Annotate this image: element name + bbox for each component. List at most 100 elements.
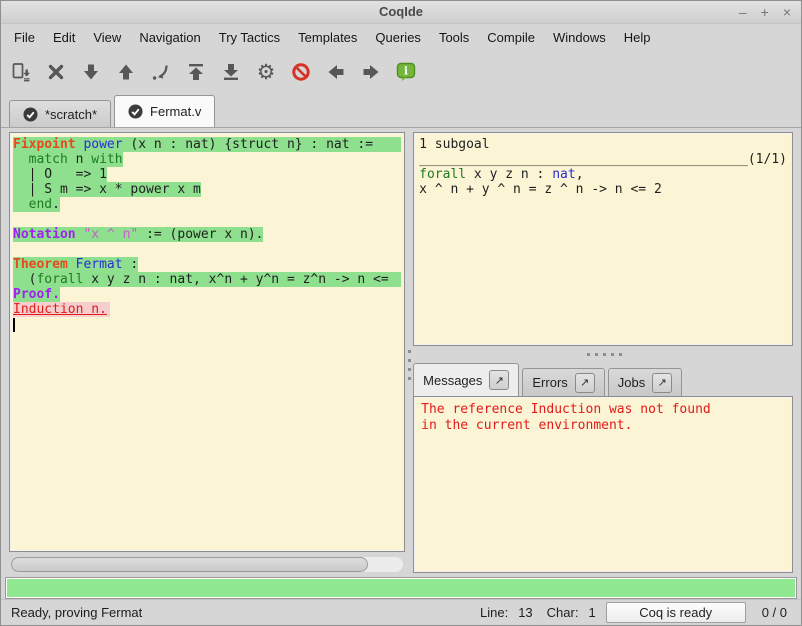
document-tab-strip: *scratch* Fermat.v [1,94,801,128]
detach-button[interactable]: ↗ [575,373,595,393]
tab-messages[interactable]: Messages↗ [413,363,519,396]
check-icon [128,104,143,119]
code-text: | S m => x * power x m [13,182,201,197]
go-to-end-button[interactable] [219,60,243,84]
code-text: Proof. [13,287,60,302]
code-text: "x ^ n" [83,227,138,242]
subgoal-count: 1 subgoal [419,137,787,152]
about-button[interactable]: i [394,60,418,84]
menu-view[interactable]: View [84,27,130,48]
code-line: Induction n. [13,302,401,317]
go-to-cursor-button[interactable] [149,60,173,84]
worker-counter: 0 / 0 [762,605,787,620]
go-to-cursor-icon [151,62,171,82]
go-to-start-button[interactable] [184,60,208,84]
forward-button[interactable] [79,60,103,84]
toolbar: ⚙i [1,50,801,94]
forward-icon [81,62,101,82]
status-text: Ready, proving Fermat [11,605,466,620]
tab-errors[interactable]: Errors↗ [522,368,604,396]
menu-edit[interactable]: Edit [44,27,84,48]
about-icon: i [396,62,416,82]
backward-button[interactable] [114,60,138,84]
previous-icon [326,62,346,82]
make-icon: ⚙ [257,62,276,83]
menu-windows[interactable]: Windows [544,27,615,48]
code-text [68,257,76,272]
next-button[interactable] [359,60,383,84]
code-text: nat [552,167,575,182]
menu-templates[interactable]: Templates [289,27,366,48]
tab-fermat-v[interactable]: Fermat.v [114,95,215,127]
previous-button[interactable] [324,60,348,84]
goal-line: forall x y z n : nat, [419,167,787,182]
menu-navigation[interactable]: Navigation [130,27,209,48]
status-right: Line: 13 Char: 1 Coq is ready 0 / 0 [466,602,791,623]
code-line: match n with [13,152,401,167]
close-button[interactable]: × [783,5,791,19]
right-column: 1 subgoal_______________________________… [413,132,793,573]
vertical-splitter[interactable] [405,132,413,573]
splitter-grip-icon [603,353,606,356]
check-icon [23,107,38,122]
message-line: The reference Induction was not found [421,402,785,418]
code-line-highlight: Fixpoint power (x n : nat) {struct n} : … [13,137,401,152]
maximize-button[interactable]: + [761,5,769,19]
horizontal-splitter[interactable] [413,346,793,363]
tab-label: Fermat.v [150,104,201,119]
messages-pane[interactable]: The reference Induction was not foundin … [413,396,793,573]
progress-fill [7,579,795,597]
code-line: (forall x y z n : nat, x^n + y^n = z^n -… [13,272,401,287]
horizontal-scrollbar[interactable] [11,557,403,572]
code-text: , [576,167,584,182]
code-line-highlight: Induction n. [13,302,110,317]
tab-scratch[interactable]: *scratch* [9,100,111,127]
detach-button[interactable]: ↗ [652,373,672,393]
detach-icon: ↗ [580,376,589,389]
tab-jobs[interactable]: Jobs ↗ [608,368,682,396]
code-text [13,152,29,167]
scrollbar-thumb[interactable] [11,557,368,572]
code-line-highlight: Theorem Fermat : [13,257,138,272]
line-label: Line: [480,605,508,620]
text-cursor [13,318,15,332]
goal-separator: ________________________________________… [419,152,787,167]
code-line: | O => 1 [13,167,401,182]
menu-try-tactics[interactable]: Try Tactics [210,27,289,48]
tab-label: Jobs [618,375,645,390]
code-text: forall [36,272,83,287]
make-button[interactable]: ⚙ [254,60,278,84]
window-title: CoqIde [379,4,423,19]
minimize-button[interactable]: – [739,5,747,19]
menu-help[interactable]: Help [615,27,660,48]
goals-pane[interactable]: 1 subgoal_______________________________… [413,132,793,346]
svg-text:i: i [404,65,408,78]
code-line-highlight: end. [13,197,60,212]
message-line: in the current environment. [421,418,785,434]
menu-compile[interactable]: Compile [478,27,544,48]
menu-queries[interactable]: Queries [366,27,430,48]
detach-button[interactable]: ↗ [489,370,509,390]
char-value: 1 [588,605,595,620]
menu-tools[interactable]: Tools [430,27,478,48]
code-line-highlight: | S m => x * power x m [13,182,201,197]
splitter-grip-icon [408,350,411,353]
code-text: ( [13,272,36,287]
interrupt-button[interactable] [289,60,313,84]
code-text [13,197,29,212]
coq-status-indicator: Coq is ready [606,602,746,623]
code-line-highlight: Notation "x ^ n" := (power x n). [13,227,263,242]
window-controls: – + × [739,1,791,23]
code-line-highlight: match n with [13,152,123,167]
menu-file[interactable]: File [5,27,44,48]
code-text: forall [419,167,466,182]
close-button[interactable] [44,60,68,84]
code-line: Theorem Fermat : [13,257,401,272]
code-text: | O => 1 [13,167,107,182]
progress-bar [5,577,797,599]
script-editor[interactable]: Fixpoint power (x n : nat) {struct n} : … [9,132,405,552]
code-text: with [91,152,122,167]
code-text: Notation [13,227,76,242]
code-text: x y z n : nat, x^n + y^n = z^n -> n <= [83,272,388,287]
save-button[interactable] [9,60,33,84]
